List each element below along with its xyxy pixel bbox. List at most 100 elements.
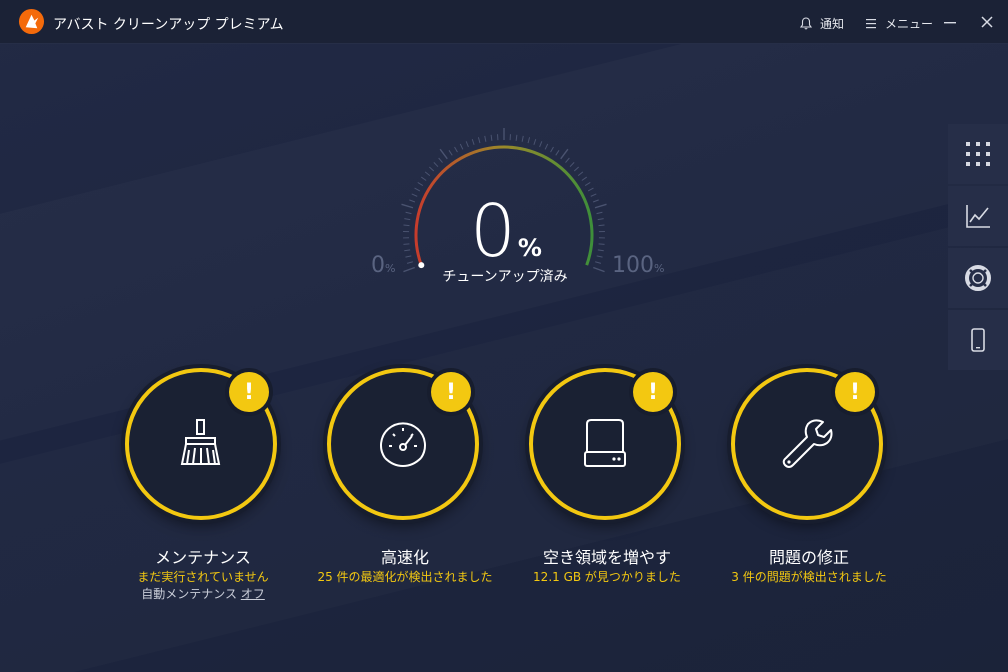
app-window: アバスト クリーンアップ プレミアム 通知 メニュー 0% チューンアップ済み … — [0, 0, 1008, 672]
mobile-button[interactable] — [948, 310, 1008, 370]
gauge-tick — [592, 199, 599, 203]
fix-problems-status: 3 件の問題が検出されました — [731, 570, 887, 584]
notifications-button[interactable]: 通知 — [800, 15, 844, 32]
gauge-tick — [471, 138, 475, 145]
side-panel — [948, 124, 1008, 372]
gauge-tick — [565, 157, 570, 163]
menu-label: メニュー — [885, 17, 934, 31]
gauge-tick — [560, 148, 569, 160]
gauge-tick — [401, 203, 414, 209]
gauge-tick — [598, 243, 605, 245]
fix-problems-title: 問題の修正 — [768, 548, 849, 567]
gauge-max-value: 100 — [612, 253, 654, 278]
minimize-icon[interactable] — [942, 14, 958, 30]
app-title: アバスト クリーンアップ プレミアム — [53, 17, 284, 33]
gauge-tick — [573, 166, 579, 172]
phone-icon — [971, 328, 985, 352]
free-space-status: 12.1 GB が見つかりました — [533, 570, 681, 584]
speed-up-status: 25 件の最適化が検出されました — [317, 570, 493, 584]
gauge-tick — [596, 211, 603, 215]
hamburger-icon — [866, 19, 876, 29]
gauge-tick — [404, 218, 411, 221]
warning-badge: ! — [229, 372, 269, 412]
speedometer-icon — [380, 422, 426, 468]
warning-badge: ! — [835, 372, 875, 412]
menu-button[interactable]: メニュー — [865, 15, 933, 32]
gauge-tick — [404, 249, 411, 252]
gauge-tick — [581, 176, 588, 181]
warning-badge: ! — [633, 372, 673, 412]
gauge-tick — [424, 171, 431, 177]
gauge-tick — [448, 150, 453, 156]
gauge-tick — [405, 255, 412, 258]
gauge-indicator — [418, 262, 425, 269]
gauge-tick — [477, 137, 481, 144]
gauge-tick — [403, 266, 415, 273]
gauge-max-unit: % — [654, 262, 665, 275]
gauge-tick — [433, 161, 439, 168]
gauge-tick — [403, 224, 410, 227]
gauge-min-unit: % — [385, 262, 396, 275]
gauge-tick — [577, 171, 584, 177]
gauge-tick — [533, 138, 537, 145]
gauge-tick — [420, 176, 427, 181]
gauge-tick — [584, 182, 591, 187]
gauge-tick — [550, 146, 554, 153]
gauge-tick — [417, 182, 424, 187]
all-tools-button[interactable] — [948, 124, 1008, 184]
gauge-tick — [414, 187, 421, 192]
chart-icon — [966, 205, 990, 228]
gauge-tick — [597, 249, 604, 252]
bell-icon — [800, 17, 812, 30]
gauge-tick — [594, 203, 607, 209]
gauge-tick — [590, 193, 597, 197]
gauge-tick — [527, 137, 531, 144]
title-bar: アバスト クリーンアップ プレミアム 通知 メニュー — [0, 0, 1008, 44]
statistics-button[interactable] — [948, 186, 1008, 246]
hard-drive-icon — [584, 419, 626, 467]
gauge-tick — [454, 146, 458, 153]
gauge-min-value: 0 — [371, 253, 385, 278]
gauge-tick — [405, 211, 412, 215]
gauge-tick — [593, 266, 605, 273]
auto-maintenance-toggle-link[interactable]: オフ — [241, 587, 265, 601]
percent-sign: % — [517, 234, 542, 262]
gauge-tick — [406, 261, 413, 264]
gauge-min-label: 0% — [371, 253, 395, 278]
auto-maintenance-label: 自動メンテナンス — [141, 587, 241, 601]
broom-icon — [180, 419, 221, 465]
gauge-tick — [596, 255, 603, 258]
percent-value: 0 — [470, 189, 516, 273]
gauge-tick — [515, 134, 518, 141]
warning-badge: ! — [431, 372, 471, 412]
lifebuoy-icon — [965, 265, 991, 291]
maintenance-status: まだ実行されていません — [137, 570, 269, 584]
gauge-max-label: 100% — [612, 253, 664, 278]
tune-up-caption: チューンアップ済み — [442, 269, 568, 285]
gauge-tick — [490, 134, 493, 141]
gauge-tick — [544, 143, 549, 150]
wrench-icon — [782, 419, 833, 468]
avast-logo-icon — [18, 8, 45, 35]
close-icon[interactable] — [979, 14, 995, 30]
help-button[interactable] — [948, 248, 1008, 308]
gauge-tick — [411, 193, 418, 197]
gauge-tick — [459, 143, 464, 150]
gauge-tick — [595, 261, 602, 264]
gauge-tick — [598, 224, 605, 227]
auto-maintenance-text: 自動メンテナンス オフ — [103, 585, 303, 602]
gauge-tick — [439, 148, 448, 160]
gauge-tick — [539, 141, 543, 148]
gauge-tick — [555, 150, 560, 156]
gauge-tick — [521, 135, 524, 142]
gauge-tick — [587, 187, 594, 192]
notifications-label: 通知 — [820, 17, 845, 31]
speed-up-title: 高速化 — [380, 548, 429, 567]
gauge-tick — [409, 199, 416, 203]
gauge-tick — [569, 161, 575, 168]
gauge-tick — [403, 243, 410, 245]
free-space-title: 空き領域を増やす — [542, 548, 671, 567]
gauge-tick — [465, 141, 469, 148]
gauge-tick — [484, 135, 487, 142]
gauge-tick — [429, 166, 435, 172]
